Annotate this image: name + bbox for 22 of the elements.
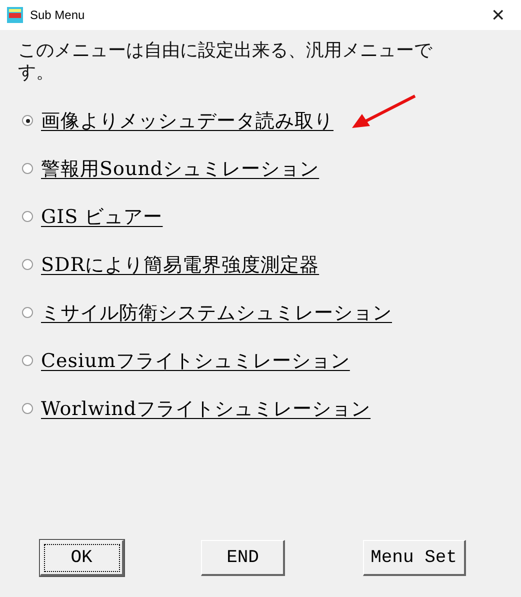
radio-button[interactable] xyxy=(22,403,33,414)
radio-button[interactable] xyxy=(22,355,33,366)
menu-set-button[interactable]: Menu Set xyxy=(362,540,466,576)
close-button[interactable]: ✕ xyxy=(475,0,521,30)
option-label[interactable]: ミサイル防衛システムシュミレーション xyxy=(41,300,392,326)
arrow-drawing xyxy=(350,94,418,130)
radio-button[interactable] xyxy=(22,163,33,174)
end-button[interactable]: END xyxy=(201,540,286,576)
radio-button[interactable] xyxy=(22,115,33,126)
window-title: Sub Menu xyxy=(30,8,86,22)
option-label[interactable]: SDRにより簡易電界強度測定器 xyxy=(41,252,320,278)
radio-button[interactable] xyxy=(22,211,33,222)
option-label[interactable]: Worlwindフライトシュミレーション xyxy=(41,396,371,422)
option-label[interactable]: 画像よりメッシュデータ読み取り xyxy=(41,108,334,134)
option-label[interactable]: GIS ビュアー xyxy=(41,204,163,230)
radio-button[interactable] xyxy=(22,259,33,270)
description-text: このメニューは自由に設定出来る、汎用メニューです。 xyxy=(18,40,434,84)
radio-button[interactable] xyxy=(22,307,33,318)
ok-button[interactable]: OK xyxy=(40,540,124,576)
app-icon xyxy=(7,7,23,23)
option-label[interactable]: Cesiumフライトシュミレーション xyxy=(41,348,350,374)
option-label[interactable]: 警報用Soundシュミレーション xyxy=(41,156,320,182)
